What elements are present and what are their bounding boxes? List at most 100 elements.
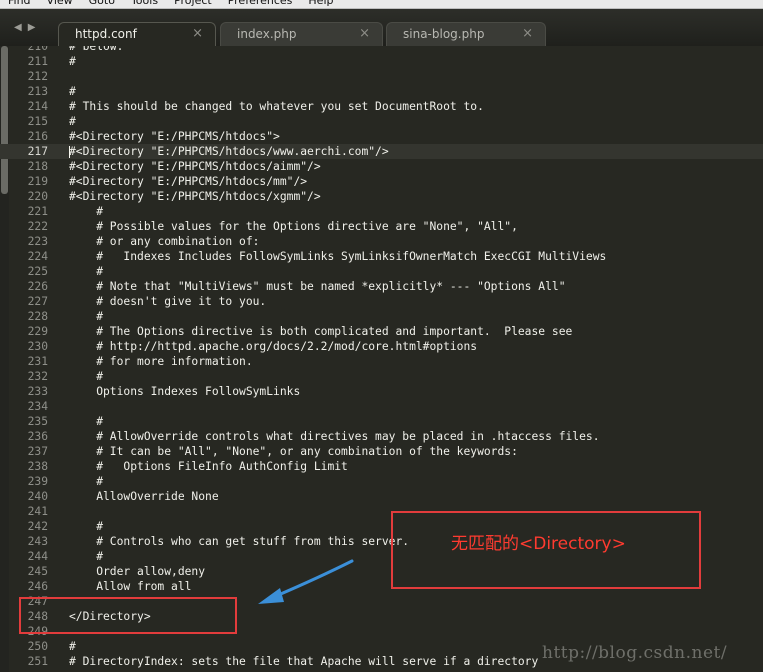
line-text[interactable]: #<Directory "E:/PHPCMS/htdocs/www.aerchi…: [69, 144, 389, 159]
code-line[interactable]: 223 # or any combination of:: [0, 234, 763, 249]
line-text[interactable]: #: [69, 204, 103, 219]
line-text[interactable]: # Controls who can get stuff from this s…: [69, 534, 409, 549]
code-line[interactable]: 220 #<Directory "E:/PHPCMS/htdocs/xgmm"/>: [0, 189, 763, 204]
tab-index-php[interactable]: index.php ×: [220, 22, 383, 46]
code-line[interactable]: 222 # Possible values for the Options di…: [0, 219, 763, 234]
code-line[interactable]: 239 #: [0, 474, 763, 489]
menu-item[interactable]: Goto: [81, 0, 123, 8]
code-line[interactable]: 210 # below.: [0, 46, 763, 54]
line-text[interactable]: # doesn't give it to you.: [69, 294, 266, 309]
code-line[interactable]: 218 #<Directory "E:/PHPCMS/htdocs/aimm"/>: [0, 159, 763, 174]
close-icon[interactable]: ×: [359, 26, 370, 41]
code-line[interactable]: 215 #: [0, 114, 763, 129]
menu-item[interactable]: Find: [0, 0, 39, 8]
code-line[interactable]: 237 # It can be "All", "None", or any co…: [0, 444, 763, 459]
code-line[interactable]: 226 # Note that "MultiViews" must be nam…: [0, 279, 763, 294]
tab-label: index.php: [237, 27, 297, 41]
tab-httpd-conf[interactable]: httpd.conf ×: [58, 22, 216, 46]
menu-item[interactable]: Project: [166, 0, 220, 8]
line-text[interactable]: #: [69, 84, 76, 99]
code-line[interactable]: 233 Options Indexes FollowSymLinks: [0, 384, 763, 399]
line-text[interactable]: #: [69, 114, 76, 129]
code-line[interactable]: 211 #: [0, 54, 763, 69]
menu-item[interactable]: Preferences: [220, 0, 301, 8]
code-line[interactable]: 228 #: [0, 309, 763, 324]
line-text[interactable]: #: [69, 549, 103, 564]
line-text[interactable]: # Possible values for the Options direct…: [69, 219, 518, 234]
line-text[interactable]: #<Directory "E:/PHPCMS/htdocs/aimm"/>: [69, 159, 321, 174]
line-number: 239: [27, 475, 48, 488]
line-text[interactable]: #: [69, 414, 103, 429]
line-text[interactable]: Options Indexes FollowSymLinks: [69, 384, 300, 399]
code-line[interactable]: 217 #<Directory "E:/PHPCMS/htdocs/www.aer…: [0, 144, 763, 159]
tab-bar: ◀▶ httpd.conf × index.php × sina-blog.ph…: [0, 9, 763, 47]
code-line[interactable]: 232 #: [0, 369, 763, 384]
line-number: 231: [27, 355, 48, 368]
line-number: 237: [27, 445, 48, 458]
annotation-label: 无匹配的<Directory>: [451, 534, 626, 554]
code-line[interactable]: 229 # The Options directive is both comp…: [0, 324, 763, 339]
code-line[interactable]: 213 #: [0, 84, 763, 99]
tab-label: sina-blog.php: [403, 27, 485, 41]
code-line[interactable]: 235 #: [0, 414, 763, 429]
line-text[interactable]: #: [69, 54, 76, 69]
menu-item[interactable]: Tools: [123, 0, 166, 8]
line-text[interactable]: #: [69, 474, 103, 489]
line-text[interactable]: #<Directory "E:/PHPCMS/htdocs/mm"/>: [69, 174, 307, 189]
line-text[interactable]: # The Options directive is both complica…: [69, 324, 572, 339]
line-number: 212: [27, 70, 48, 83]
close-icon[interactable]: ×: [192, 26, 203, 41]
line-text[interactable]: Order allow,deny: [69, 564, 205, 579]
line-number: 219: [27, 175, 48, 188]
code-line[interactable]: 234: [0, 399, 763, 414]
code-line[interactable]: 214 # This should be changed to whatever …: [0, 99, 763, 114]
code-line[interactable]: 227 # doesn't give it to you.: [0, 294, 763, 309]
code-line[interactable]: 231 # for more information.: [0, 354, 763, 369]
line-text[interactable]: #: [69, 309, 103, 324]
line-text[interactable]: AllowOverride None: [69, 489, 218, 504]
line-text[interactable]: # http://httpd.apache.org/docs/2.2/mod/c…: [69, 339, 477, 354]
line-number: 251: [27, 655, 48, 668]
line-text[interactable]: # Indexes Includes FollowSymLinks SymLin…: [69, 249, 606, 264]
code-line[interactable]: 221 #: [0, 204, 763, 219]
line-text[interactable]: # or any combination of:: [69, 234, 259, 249]
code-line[interactable]: 225 #: [0, 264, 763, 279]
line-text[interactable]: # This should be changed to whatever you…: [69, 99, 484, 114]
line-text[interactable]: # below.: [69, 46, 123, 54]
line-number: 227: [27, 295, 48, 308]
line-text[interactable]: Allow from all: [69, 579, 191, 594]
code-line[interactable]: 236 # AllowOverride controls what direct…: [0, 429, 763, 444]
code-line[interactable]: 240 AllowOverride None: [0, 489, 763, 504]
line-text[interactable]: # Note that "MultiViews" must be named *…: [69, 279, 565, 294]
text-cursor: [69, 146, 70, 158]
menu-item[interactable]: Help: [300, 0, 341, 8]
line-text[interactable]: #: [69, 519, 103, 534]
line-text[interactable]: # DirectoryIndex: sets the file that Apa…: [69, 654, 538, 669]
line-number: 235: [27, 415, 48, 428]
line-number: 215: [27, 115, 48, 128]
tab-nav-arrows-icon[interactable]: ◀▶: [14, 22, 41, 33]
code-line[interactable]: 216 #<Directory "E:/PHPCMS/htdocs">: [0, 129, 763, 144]
menu-item[interactable]: View: [39, 0, 81, 8]
line-number: 222: [27, 220, 48, 233]
code-line[interactable]: 238 # Options FileInfo AuthConfig Limit: [0, 459, 763, 474]
line-number: 241: [27, 505, 48, 518]
line-text[interactable]: #: [69, 639, 76, 654]
line-text[interactable]: #<Directory "E:/PHPCMS/htdocs">: [69, 129, 280, 144]
line-number: 232: [27, 370, 48, 383]
line-text[interactable]: #: [69, 369, 103, 384]
line-text[interactable]: #<Directory "E:/PHPCMS/htdocs/xgmm"/>: [69, 189, 321, 204]
tab-sina-blog-php[interactable]: sina-blog.php ×: [386, 22, 546, 46]
code-line[interactable]: 212: [0, 69, 763, 84]
code-line[interactable]: 219 #<Directory "E:/PHPCMS/htdocs/mm"/>: [0, 174, 763, 189]
line-text[interactable]: # It can be "All", "None", or any combin…: [69, 444, 518, 459]
close-icon[interactable]: ×: [522, 26, 533, 41]
line-text[interactable]: # AllowOverride controls what directives…: [69, 429, 599, 444]
line-text[interactable]: #: [69, 264, 103, 279]
line-number: 226: [27, 280, 48, 293]
line-text[interactable]: # for more information.: [69, 354, 252, 369]
line-text[interactable]: # Options FileInfo AuthConfig Limit: [69, 459, 348, 474]
code-line[interactable]: 224 # Indexes Includes FollowSymLinks Sy…: [0, 249, 763, 264]
line-number: 214: [27, 100, 48, 113]
code-line[interactable]: 230 # http://httpd.apache.org/docs/2.2/m…: [0, 339, 763, 354]
